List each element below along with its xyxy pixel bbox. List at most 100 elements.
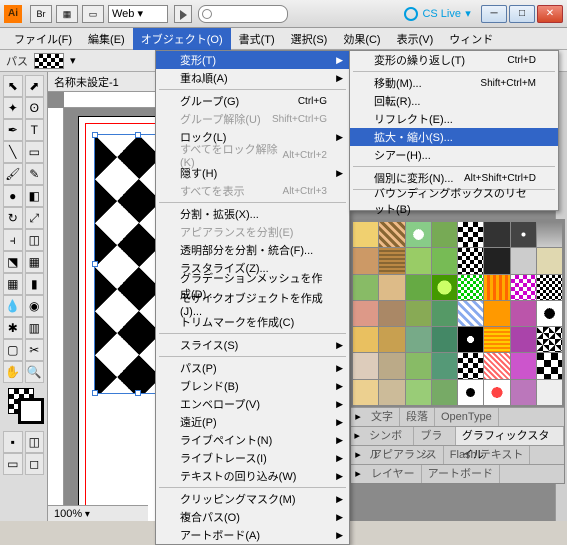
swatch-item[interactable] bbox=[458, 353, 483, 378]
rotate-tool[interactable]: ↻ bbox=[3, 207, 23, 229]
swatch-item[interactable] bbox=[406, 301, 431, 326]
swatch-item[interactable] bbox=[353, 275, 378, 300]
panel-expand-icon[interactable]: ▸ bbox=[351, 467, 365, 480]
swatch-item[interactable] bbox=[432, 353, 457, 378]
swatch-item[interactable] bbox=[537, 275, 562, 300]
menu-move[interactable]: 移動(M)...Shift+Ctrl+M bbox=[350, 74, 558, 92]
swatch-item[interactable] bbox=[511, 222, 536, 247]
menu-clipping-mask[interactable]: クリッピングマスク(M)▶ bbox=[156, 490, 349, 508]
maximize-button[interactable]: □ bbox=[509, 5, 535, 23]
zoom-level[interactable]: 100% ▾ bbox=[48, 505, 148, 521]
line-tool[interactable]: ╲ bbox=[3, 141, 23, 163]
resize-handle[interactable] bbox=[92, 261, 98, 267]
swatch-item[interactable] bbox=[458, 248, 483, 273]
screen-mode-tool[interactable]: ▭ bbox=[3, 453, 23, 475]
menu-trim-marks[interactable]: トリムマークを作成(C) bbox=[156, 313, 349, 331]
resize-handle[interactable] bbox=[92, 390, 98, 396]
menu-file[interactable]: ファイル(F) bbox=[6, 28, 80, 50]
menu-transform-again[interactable]: 変形の繰り返し(T)Ctrl+D bbox=[350, 51, 558, 69]
menu-path[interactable]: パス(P)▶ bbox=[156, 359, 349, 377]
zoom-tool[interactable]: 🔍 bbox=[25, 361, 45, 383]
mesh-tool[interactable]: ▦ bbox=[3, 273, 23, 295]
swatch-item[interactable] bbox=[432, 301, 457, 326]
menu-text-wrap[interactable]: テキストの回り込み(W)▶ bbox=[156, 467, 349, 485]
width-tool[interactable]: ⫞ bbox=[3, 229, 23, 251]
workspace-dropdown[interactable]: Web ▾ bbox=[108, 5, 168, 23]
swatch-item[interactable] bbox=[406, 248, 431, 273]
swatch-item[interactable] bbox=[484, 248, 509, 273]
panel-expand-icon[interactable]: ▸ bbox=[351, 429, 363, 442]
menu-view[interactable]: 表示(V) bbox=[389, 28, 442, 50]
go-button[interactable] bbox=[174, 5, 192, 23]
swatch-item[interactable] bbox=[379, 327, 404, 352]
rectangle-tool[interactable]: ▭ bbox=[25, 141, 45, 163]
menu-live-paint[interactable]: ライブペイント(N)▶ bbox=[156, 431, 349, 449]
swatch-item[interactable] bbox=[484, 222, 509, 247]
menu-type[interactable]: 書式(T) bbox=[231, 28, 283, 50]
swatch-item[interactable] bbox=[537, 327, 562, 352]
tab-graphic-style[interactable]: グラフィックスタイル bbox=[456, 427, 564, 445]
swatch-item[interactable] bbox=[379, 248, 404, 273]
graph-tool[interactable]: ▥ bbox=[25, 317, 45, 339]
resize-handle[interactable] bbox=[135, 132, 141, 138]
menu-envelope[interactable]: エンベロープ(V)▶ bbox=[156, 395, 349, 413]
eyedropper-tool[interactable]: 💧 bbox=[3, 295, 23, 317]
swatch-item[interactable] bbox=[537, 222, 562, 247]
swatch-item[interactable] bbox=[511, 248, 536, 273]
menu-artboards[interactable]: アートボード(A)▶ bbox=[156, 526, 349, 544]
swatch-item[interactable] bbox=[379, 380, 404, 405]
swatch-item[interactable] bbox=[406, 380, 431, 405]
tab-layer[interactable]: レイヤー bbox=[365, 465, 422, 483]
swatch-item[interactable] bbox=[511, 380, 536, 405]
swatch-item[interactable] bbox=[537, 380, 562, 405]
swatch-item[interactable] bbox=[458, 380, 483, 405]
menu-edit[interactable]: 編集(E) bbox=[80, 28, 133, 50]
swatch-item[interactable] bbox=[511, 275, 536, 300]
menu-reflect[interactable]: リフレクト(E)... bbox=[350, 110, 558, 128]
paintbrush-tool[interactable]: 🖌 bbox=[3, 163, 23, 185]
menu-slice[interactable]: スライス(S)▶ bbox=[156, 336, 349, 354]
swatch-item[interactable] bbox=[484, 301, 509, 326]
swatch-item[interactable] bbox=[432, 248, 457, 273]
fill-stroke-control[interactable] bbox=[6, 388, 41, 424]
menu-shear[interactable]: シアー(H)... bbox=[350, 146, 558, 164]
swatch-item[interactable] bbox=[406, 327, 431, 352]
lasso-tool[interactable]: ʘ bbox=[25, 97, 45, 119]
swatch-item[interactable] bbox=[406, 222, 431, 247]
panel-expand-icon[interactable]: ▸ bbox=[351, 448, 365, 461]
swatch-item[interactable] bbox=[537, 248, 562, 273]
scale-tool[interactable]: ⤢ bbox=[25, 207, 45, 229]
menu-object[interactable]: オブジェクト(O) bbox=[133, 28, 231, 50]
direct-selection-tool[interactable]: ⬈ bbox=[25, 75, 45, 97]
change-screen-tool[interactable]: ◻ bbox=[25, 453, 45, 475]
resize-handle[interactable] bbox=[92, 132, 98, 138]
menu-flatten-transparency[interactable]: 透明部分を分割・統合(F)... bbox=[156, 241, 349, 259]
menu-reset-bounding-box[interactable]: バウンディングボックスのリセット(B) bbox=[350, 192, 558, 210]
search-field[interactable] bbox=[198, 5, 288, 23]
symbol-sprayer-tool[interactable]: ✱ bbox=[3, 317, 23, 339]
swatch-item[interactable] bbox=[353, 222, 378, 247]
perspective-grid-tool[interactable]: ▦ bbox=[25, 251, 45, 273]
tab-flash-text[interactable]: Flash テキスト bbox=[444, 446, 531, 464]
blob-brush-tool[interactable]: ● bbox=[3, 185, 23, 207]
swatch-item[interactable] bbox=[379, 222, 404, 247]
menu-rotate[interactable]: 回転(R)... bbox=[350, 92, 558, 110]
swatch-item[interactable] bbox=[353, 301, 378, 326]
selection-tool[interactable]: ⬉ bbox=[3, 75, 23, 97]
tab-character[interactable]: 文字 bbox=[365, 408, 400, 426]
tab-appearance[interactable]: アピアランス bbox=[365, 446, 444, 464]
eraser-tool[interactable]: ◧ bbox=[25, 185, 45, 207]
resize-handle[interactable] bbox=[135, 390, 141, 396]
menu-window[interactable]: ウィンド bbox=[441, 28, 501, 50]
menu-hide[interactable]: 隠す(H)▶ bbox=[156, 164, 349, 182]
swatch-item[interactable] bbox=[353, 380, 378, 405]
menu-live-trace[interactable]: ライブトレース(I)▶ bbox=[156, 449, 349, 467]
swatch-item[interactable] bbox=[379, 353, 404, 378]
swatch-item[interactable] bbox=[406, 275, 431, 300]
pencil-tool[interactable]: ✎ bbox=[25, 163, 45, 185]
pen-tool[interactable]: ✒ bbox=[3, 119, 23, 141]
artboard-tool[interactable]: ▢ bbox=[3, 339, 23, 361]
gradient-tool[interactable]: ▮ bbox=[25, 273, 45, 295]
menu-blend[interactable]: ブレンド(B)▶ bbox=[156, 377, 349, 395]
swatch-item[interactable] bbox=[379, 301, 404, 326]
